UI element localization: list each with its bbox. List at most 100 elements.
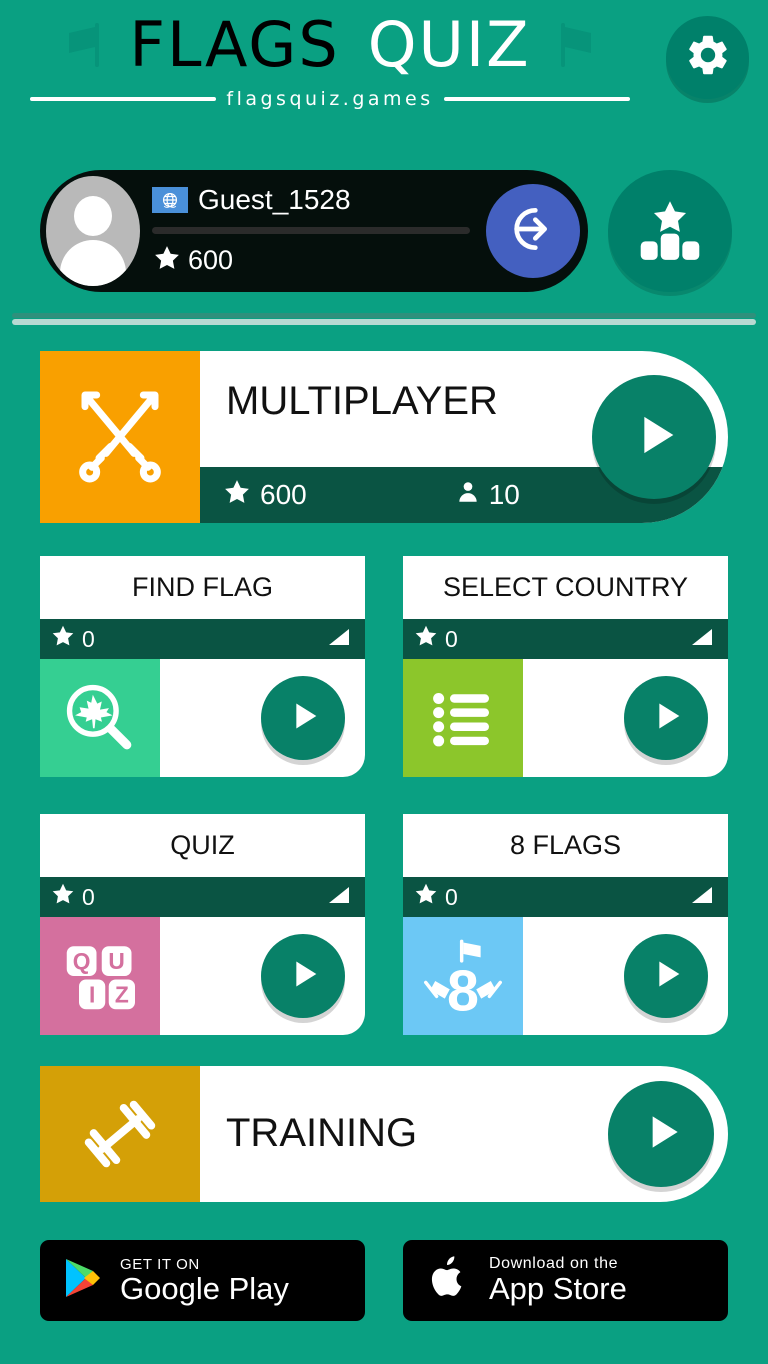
subtitle-row: flagsquiz.games [30,88,631,110]
quiz-play-wrap [160,917,365,1035]
mode-card-training[interactable]: TRAINING [40,1066,728,1202]
eight-flags-stats: 0 [403,877,728,917]
divider-line-left [30,97,217,101]
select-country-score: 0 [445,625,458,652]
multiplayer-players-stat: 10 [455,479,520,512]
multiplayer-score-stat: 600 [222,477,307,514]
play-icon [646,696,686,741]
signal-triangle-icon [690,627,714,652]
divider-track [12,313,756,318]
find-flag-play-wrap [160,659,365,777]
eight-flags-play-wrap [523,917,728,1035]
find-flag-score: 0 [82,625,95,652]
app-store-text: Download on the App Store [489,1255,627,1306]
multiplayer-play-button[interactable] [592,375,716,499]
find-flag-play-button[interactable] [261,676,345,760]
divider-line-right [443,97,631,101]
eight-flags-play-button[interactable] [624,934,708,1018]
mode-card-quiz[interactable]: QUIZ 0 Q U I Z [40,814,365,1035]
app-store-badge[interactable]: Download on the App Store [403,1240,728,1321]
multiplayer-score: 600 [260,479,307,510]
avatar-body [60,240,126,286]
quiz-play-button[interactable] [261,934,345,1018]
google-play-badge[interactable]: GET IT ON Google Play [40,1240,365,1321]
multiplayer-players: 10 [488,479,520,510]
eight-flags-icon: 8 [403,917,523,1035]
svg-text:U: U [108,948,124,974]
list-icon [403,659,523,777]
play-icon [636,1107,686,1162]
select-country-play-button[interactable] [624,676,708,760]
logo: FLAGS QUIZ flagsquiz.games [0,14,660,110]
google-play-icon [62,1256,102,1305]
find-flag-bottom [40,659,365,777]
quiz-score-stat: 0 [50,881,95,913]
select-country-title: SELECT COUNTRY [442,572,689,602]
play-icon [646,954,686,999]
divider-thumb [12,319,756,325]
select-country-bottom [403,659,728,777]
logo-quiz: QUIZ [367,8,531,81]
star-icon [50,623,76,655]
login-icon [505,201,561,262]
svg-text:Q: Q [73,948,91,974]
multiplayer-title: MULTIPLAYER [226,379,498,423]
select-country-score-stat: 0 [413,623,458,655]
section-divider[interactable] [12,313,756,325]
signal-triangle-icon [690,885,714,910]
mode-card-find-flag[interactable]: FIND FLAG 0 [40,556,365,777]
username: Guest_1528 [198,184,351,215]
avatar-head [74,196,112,236]
app-store-big: App Store [489,1271,627,1307]
profile-card[interactable]: Guest_1528 600 [40,170,588,292]
eight-flags-score-stat: 0 [413,881,458,913]
leaderboard-podium-icon [633,192,707,271]
un-flag-icon [152,187,188,213]
mode-card-eight-flags[interactable]: 8 FLAGS 0 8 [403,814,728,1035]
svg-text:Z: Z [115,981,129,1007]
find-flag-score-stat: 0 [50,623,95,655]
apple-icon [427,1253,471,1308]
settings-button[interactable] [666,16,749,99]
profile-info: Guest_1528 600 [140,184,486,278]
profile-row: Guest_1528 600 [0,170,768,292]
header: FLAGS QUIZ flagsquiz.games [0,0,768,140]
training-title: TRAINING [226,1111,418,1155]
select-country-stats: 0 [403,619,728,659]
star-icon [50,881,76,913]
profile-score: 600 [188,245,234,275]
star-icon [413,623,439,655]
play-icon [625,406,683,469]
quiz-stats: 0 [40,877,365,917]
gear-icon [684,31,732,84]
flag-icon [59,15,115,76]
training-body: TRAINING [200,1066,728,1202]
training-play-button[interactable] [608,1081,714,1187]
select-country-play-wrap [523,659,728,777]
score-row: 600 [152,243,470,278]
site-subtitle: flagsquiz.games [226,88,434,110]
quiz-score: 0 [82,883,95,910]
leaderboard-button[interactable] [608,170,732,292]
person-icon [455,479,481,512]
star-icon [222,477,252,514]
find-flag-title: FIND FLAG [131,572,273,602]
login-button[interactable] [486,184,580,278]
logo-row: FLAGS QUIZ [59,14,600,76]
app-root: FLAGS QUIZ flagsquiz.games Guest_1528 60… [0,0,768,1364]
play-icon [283,954,323,999]
quiz-title: QUIZ [170,830,235,860]
crossed-swords-icon [40,351,200,523]
multiplayer-body: MULTIPLAYER 600 10 [200,351,728,523]
find-flag-stats: 0 [40,619,365,659]
play-icon [283,696,323,741]
svg-text:8: 8 [447,960,479,1023]
name-row: Guest_1528 [152,184,470,216]
mode-card-multiplayer[interactable]: MULTIPLAYER 600 10 [40,351,728,523]
mode-card-select-country[interactable]: SELECT COUNTRY 0 [403,556,728,777]
google-play-big: Google Play [120,1270,289,1306]
avatar [46,176,140,286]
svg-text:I: I [89,981,95,1007]
quiz-letters-icon: Q U I Z [40,917,160,1035]
eight-flags-score: 0 [445,883,458,910]
